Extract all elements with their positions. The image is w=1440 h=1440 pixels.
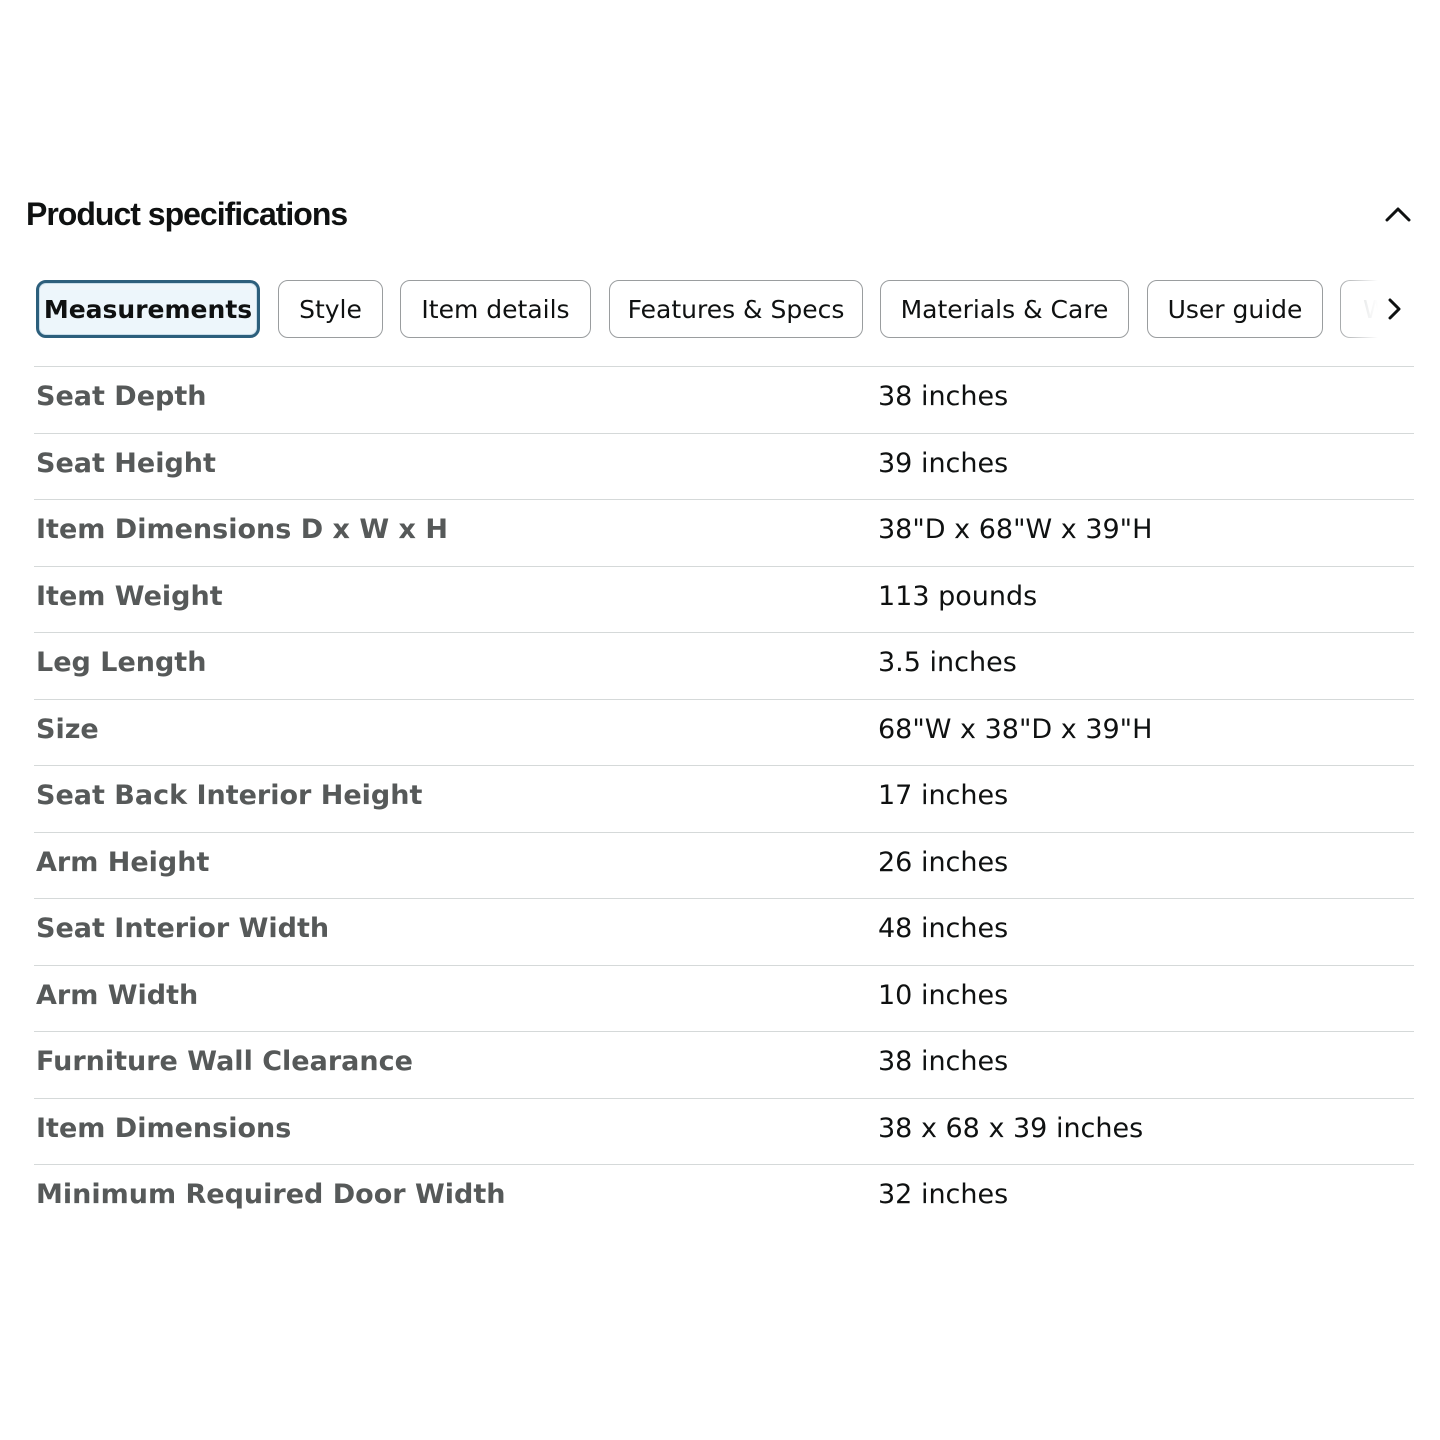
tab-features-specs[interactable]: Features & Specs xyxy=(609,280,863,338)
product-specifications-header: Product specifications xyxy=(26,190,1416,246)
spec-label: Seat Depth xyxy=(36,381,207,412)
spec-value: 48 inches xyxy=(878,913,1009,944)
collapse-toggle-button[interactable] xyxy=(1380,196,1416,232)
spec-value: 38"D x 68"W x 39"H xyxy=(878,514,1153,545)
section-title: Product specifications xyxy=(26,196,348,232)
spec-row-seat-depth: Seat Depth 38 inches xyxy=(34,367,1414,434)
chevron-right-icon xyxy=(1388,298,1401,320)
tab-item-details[interactable]: Item details xyxy=(400,280,591,338)
spec-table: Seat Depth 38 inches Seat Height 39 inch… xyxy=(34,366,1414,1232)
tab-style[interactable]: Style xyxy=(278,280,383,338)
spec-value: 32 inches xyxy=(878,1179,1009,1210)
spec-value: 113 pounds xyxy=(878,580,1038,612)
spec-label: Arm Width xyxy=(36,979,199,1011)
tab-materials-care[interactable]: Materials & Care xyxy=(880,280,1129,338)
spec-value: 10 inches xyxy=(878,979,1009,1011)
spec-value: 17 inches xyxy=(878,780,1009,811)
spec-label: Size xyxy=(36,713,99,745)
spec-label: Minimum Required Door Width xyxy=(36,1179,506,1210)
spec-row-minimum-required-door-width: Minimum Required Door Width 32 inches xyxy=(34,1165,1414,1232)
spec-label: Seat Back Interior Height xyxy=(36,780,423,811)
tab-user-guide[interactable]: User guide xyxy=(1147,280,1323,338)
spec-value: 68"W x 38"D x 39"H xyxy=(878,713,1153,745)
spec-row-arm-width: Arm Width 10 inches xyxy=(34,966,1414,1032)
spec-label: Seat Height xyxy=(36,447,216,479)
spec-row-seat-height: Seat Height 39 inches xyxy=(34,434,1414,500)
spec-value: 3.5 inches xyxy=(878,647,1017,678)
spec-row-furniture-wall-clearance: Furniture Wall Clearance 38 inches xyxy=(34,1032,1414,1099)
spec-row-seat-back-interior-height: Seat Back Interior Height 17 inches xyxy=(34,766,1414,833)
spec-value: 38 inches xyxy=(878,381,1009,412)
spec-value: 38 inches xyxy=(878,1046,1009,1077)
spec-label: Item Dimensions D x W x H xyxy=(36,514,448,545)
spec-row-item-dimensions-dwh: Item Dimensions D x W x H 38"D x 68"W x … xyxy=(34,500,1414,567)
spec-label: Item Dimensions xyxy=(36,1112,292,1144)
tabs-scroll-next-button[interactable] xyxy=(1374,289,1414,329)
spec-label: Arm Height xyxy=(36,846,210,878)
spec-row-leg-length: Leg Length 3.5 inches xyxy=(34,633,1414,700)
spec-row-item-weight: Item Weight 113 pounds xyxy=(34,567,1414,633)
spec-label: Furniture Wall Clearance xyxy=(36,1046,413,1077)
spec-row-seat-interior-width: Seat Interior Width 48 inches xyxy=(34,899,1414,966)
spec-label: Leg Length xyxy=(36,647,207,678)
spec-row-size: Size 68"W x 38"D x 39"H xyxy=(34,700,1414,766)
spec-value: 39 inches xyxy=(878,447,1009,479)
spec-label: Item Weight xyxy=(36,580,223,612)
spec-value: 38 x 68 x 39 inches xyxy=(878,1112,1144,1144)
spec-row-arm-height: Arm Height 26 inches xyxy=(34,833,1414,899)
spec-tabs: Measurements Style Item details Features… xyxy=(34,280,1414,338)
chevron-up-icon xyxy=(1385,207,1411,222)
spec-label: Seat Interior Width xyxy=(36,913,330,944)
tab-measurements[interactable]: Measurements xyxy=(36,280,260,338)
spec-row-item-dimensions: Item Dimensions 38 x 68 x 39 inches xyxy=(34,1099,1414,1165)
spec-value: 26 inches xyxy=(878,846,1009,878)
